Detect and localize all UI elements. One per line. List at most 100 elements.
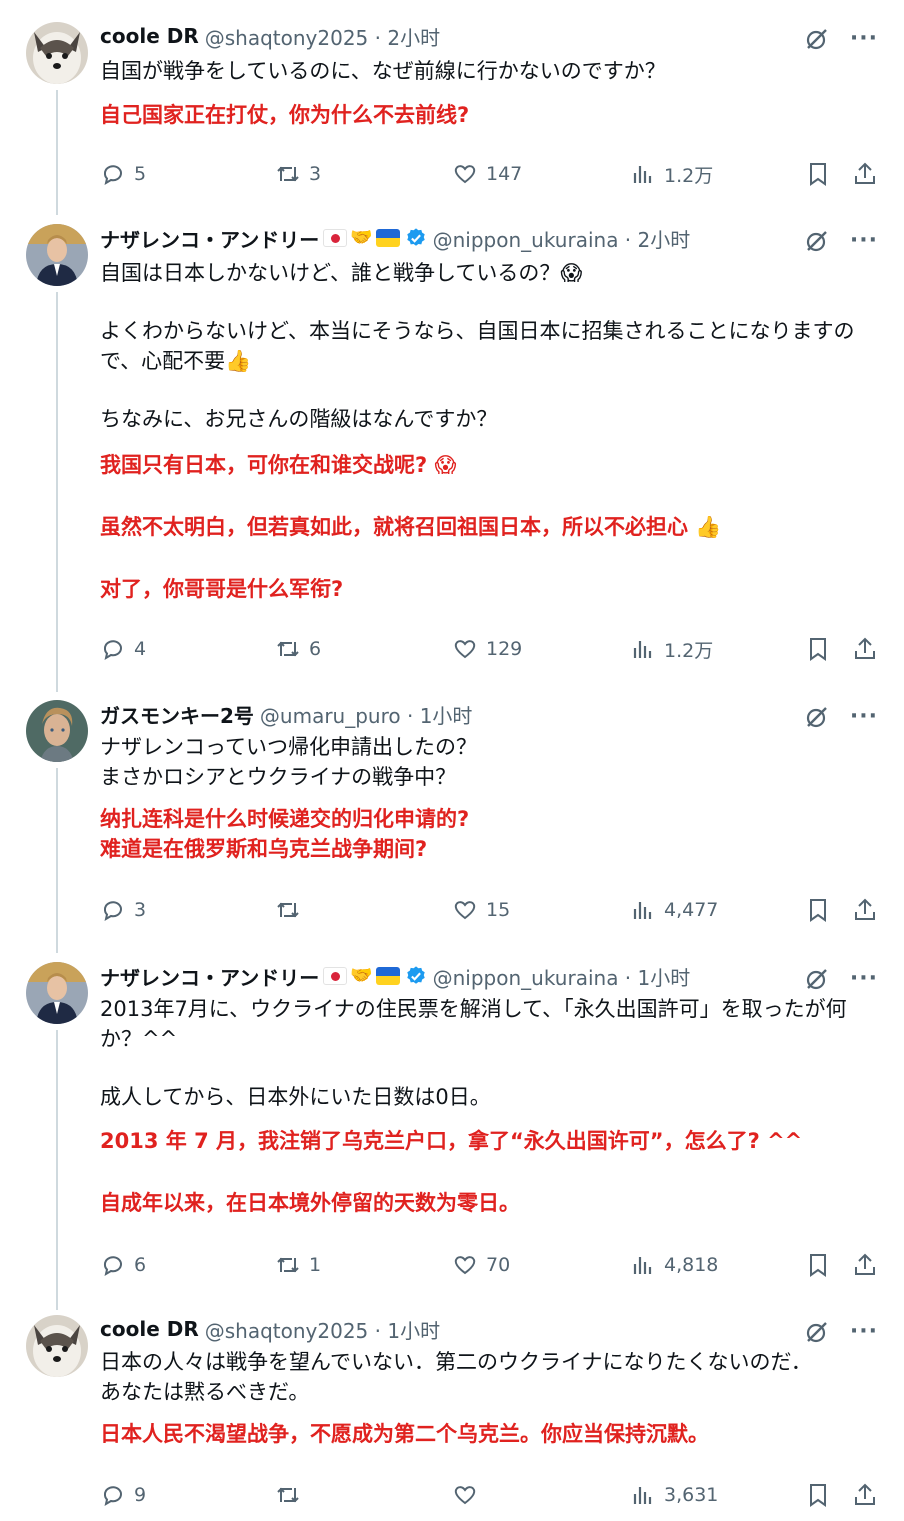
like-button[interactable] (452, 1480, 486, 1510)
repost-button[interactable]: 6 (275, 634, 321, 664)
author-name[interactable]: ナザレンコ・アンドリー (100, 224, 319, 253)
handshake-icon: 🤝 (350, 227, 373, 248)
grok-icon[interactable] (804, 966, 830, 992)
bookmark-button[interactable] (805, 634, 831, 664)
post-gasmonkey[interactable]: ガスモンキー2号 @umaru_puro · 1小时 ··· ナザレンコっていつ… (0, 698, 904, 953)
repost-button[interactable] (275, 1480, 309, 1510)
japan-flag-icon (323, 229, 348, 247)
repost-count: 3 (309, 163, 322, 185)
reply-count: 9 (134, 1484, 147, 1506)
author-handle-time[interactable]: @nippon_ukuraina · 2小时 (433, 224, 691, 253)
reply-button[interactable]: 5 (100, 159, 146, 189)
share-button[interactable] (852, 895, 878, 925)
views-button[interactable]: 4,477 (630, 895, 718, 925)
grok-icon[interactable] (804, 26, 830, 52)
avatar-gasmonkey[interactable] (26, 700, 88, 762)
share-button[interactable] (852, 1480, 878, 1510)
author-handle-time[interactable]: @nippon_ukuraina · 1小时 (433, 962, 691, 991)
reply-icon (103, 1256, 122, 1277)
views-icon (633, 166, 652, 183)
cn-line: 日本人民不渴望战争，不愿成为第二个乌克兰。你应当保持沉默。 (100, 1422, 709, 1446)
author-name[interactable]: ガスモンキー2号 (100, 700, 254, 729)
post-nazarenko-2[interactable]: ナザレンコ・アンドリー 🤝 @nippon_ukuraina · 1小时 ···… (0, 960, 904, 1310)
views-button[interactable]: 1.2万 (630, 159, 713, 189)
post-nazarenko-1[interactable]: ナザレンコ・アンドリー 🤝 @nippon_ukuraina · 2小时 ···… (0, 222, 904, 692)
bookmark-button[interactable] (805, 1250, 831, 1280)
post-header: ガスモンキー2号 @umaru_puro · 1小时 (100, 698, 472, 730)
repost-button[interactable]: 1 (275, 1250, 321, 1280)
more-icon[interactable]: ··· (850, 706, 878, 728)
avatar-husky[interactable] (26, 1315, 88, 1377)
share-button[interactable] (852, 159, 878, 189)
more-icon[interactable]: ··· (850, 968, 878, 990)
jp-line: ちなみに、お兄さんの階級はなんですか？ (100, 407, 498, 431)
author-name[interactable]: ナザレンコ・アンドリー (100, 962, 319, 991)
avatar-nazarenko[interactable] (26, 224, 88, 286)
avatar-husky[interactable] (26, 22, 88, 84)
grok-icon[interactable] (804, 1319, 830, 1345)
post-header: coole DR @shaqtony2025 · 2小时 (100, 20, 440, 52)
share-button[interactable] (852, 634, 878, 664)
grok-icon[interactable] (804, 704, 830, 730)
author-handle-time[interactable]: @shaqtony2025 · 2小时 (205, 22, 440, 51)
reply-icon (103, 1486, 122, 1507)
views-button[interactable]: 4,818 (630, 1250, 718, 1280)
ukraine-flag-icon (375, 967, 400, 985)
verified-badge-icon (406, 966, 425, 984)
author-handle-time[interactable]: @shaqtony2025 · 1小时 (205, 1315, 440, 1344)
repost-button[interactable] (275, 895, 309, 925)
share-button[interactable] (852, 1250, 878, 1280)
reply-button[interactable]: 4 (100, 634, 146, 664)
like-button[interactable]: 70 (452, 1250, 510, 1280)
like-button[interactable]: 147 (452, 159, 522, 189)
cn-line: 自己国家正在打仗，你为什么不去前线? (100, 103, 470, 127)
like-count: 129 (486, 638, 523, 660)
reply-count: 5 (134, 163, 147, 185)
views-count: 1.2万 (664, 639, 714, 662)
like-button[interactable]: 129 (452, 634, 522, 664)
views-count: 4,818 (664, 1254, 719, 1276)
post-translation-chinese: 自己国家正在打仗，你为什么不去前线? (100, 100, 890, 130)
post-coole-dr-1[interactable]: coole DR @shaqtony2025 · 2小时 ··· 自国が戦争をし… (0, 20, 904, 215)
reply-icon (103, 165, 122, 186)
more-icon[interactable]: ··· (850, 1321, 878, 1343)
bookmark-button[interactable] (805, 895, 831, 925)
more-icon[interactable]: ··· (850, 28, 878, 50)
bookmark-icon (810, 1484, 826, 1507)
repost-icon (277, 641, 299, 657)
jp-line: 自国は日本しかないけど、誰と戦争しているの？😱 (100, 261, 583, 285)
bookmark-icon (810, 1254, 826, 1277)
bookmark-button[interactable] (805, 159, 831, 189)
jp-line: 2013年7月に、ウクライナの住民票を解消して、「永久出国許可」を取ったが何か？… (100, 997, 847, 1051)
reply-button[interactable]: 6 (100, 1250, 146, 1280)
repost-icon (277, 1487, 299, 1503)
author-handle-time[interactable]: @umaru_puro · 1小时 (260, 700, 473, 729)
author-name[interactable]: coole DR (100, 1317, 199, 1341)
name-emoji-flags: 🤝 (323, 227, 400, 248)
like-button[interactable]: 15 (452, 895, 510, 925)
repost-button[interactable]: 3 (275, 159, 321, 189)
views-icon (633, 641, 652, 658)
reply-button[interactable]: 3 (100, 895, 146, 925)
jp-line: 成人してから、日本外にいた日数は0日。 (100, 1085, 491, 1109)
reply-button[interactable]: 9 (100, 1480, 146, 1510)
grok-icon[interactable] (804, 228, 830, 254)
post-coole-dr-2[interactable]: coole DR @shaqtony2025 · 1小时 ··· 日本の人々は戦… (0, 1313, 904, 1518)
jp-line: 自国が戦争をしているのに、なぜ前線に行かないのですか？ (100, 59, 666, 83)
views-count: 1.2万 (664, 164, 714, 187)
views-button[interactable]: 1.2万 (630, 634, 713, 664)
post-top-icons: ··· (804, 26, 878, 52)
repost-count: 6 (309, 638, 322, 660)
bookmark-icon (810, 899, 826, 922)
post-text-japanese: ナザレンコっていつ帰化申請出したの？ まさかロシアとウクライナの戦争中？ (100, 732, 880, 792)
bookmark-button[interactable] (805, 1480, 831, 1510)
post-header: ナザレンコ・アンドリー 🤝 @nippon_ukuraina · 1小时 (100, 960, 690, 992)
reply-count: 4 (134, 638, 147, 660)
avatar-nazarenko[interactable] (26, 962, 88, 1024)
post-top-icons: ··· (804, 966, 878, 992)
views-button[interactable]: 3,631 (630, 1480, 718, 1510)
cn-line: 我国只有日本，可你在和谁交战呢? 😱 (100, 453, 457, 477)
post-translation-chinese: 纳扎连科是什么时候递交的归化申请的? 难道是在俄罗斯和乌克兰战争期间? (100, 804, 890, 864)
more-icon[interactable]: ··· (850, 230, 878, 252)
author-name[interactable]: coole DR (100, 24, 199, 48)
